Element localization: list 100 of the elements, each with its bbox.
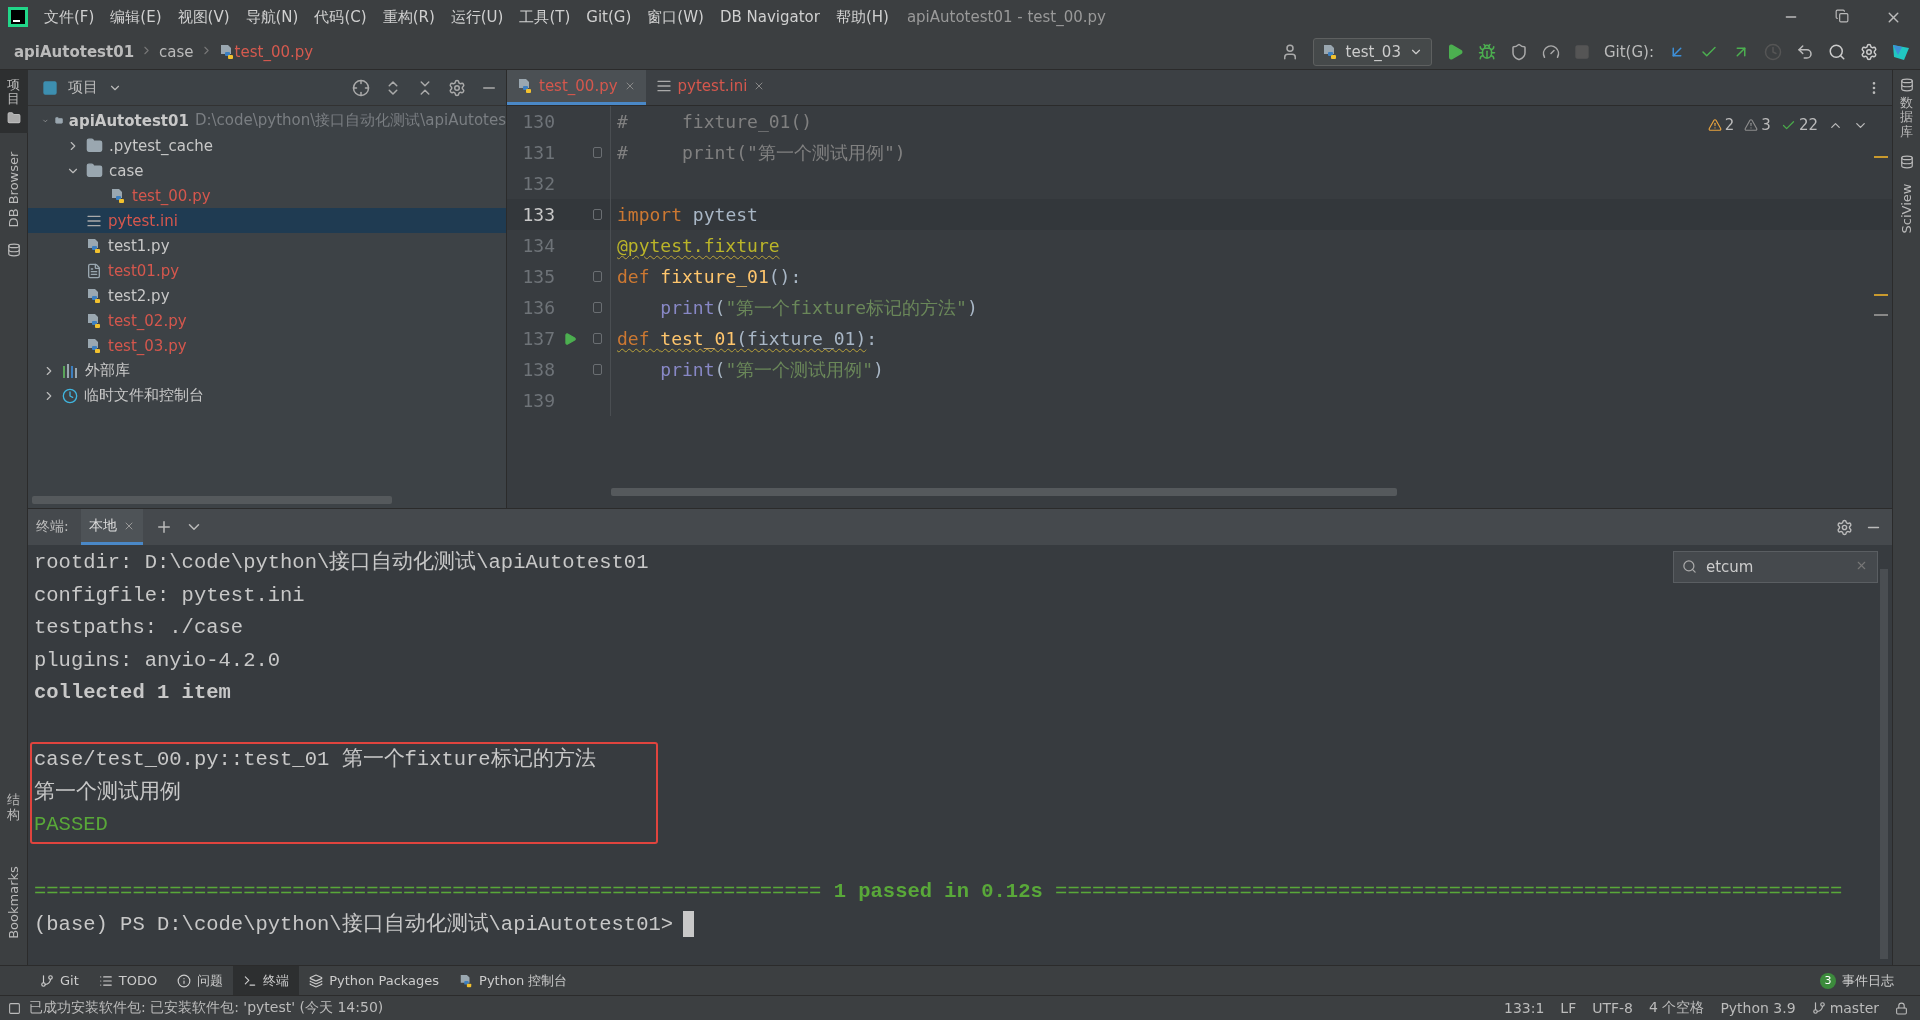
tree-item-label: 外部库: [85, 361, 130, 380]
fold-icon[interactable]: [593, 302, 602, 313]
menu-item[interactable]: DB Navigator: [711, 8, 828, 26]
menu-item[interactable]: 运行(U): [442, 7, 512, 27]
tree-item[interactable]: 临时文件和控制台: [28, 383, 506, 408]
database-icon: [6, 242, 21, 257]
python-file-icon: [110, 187, 126, 204]
tool-tab[interactable]: 终端: [233, 965, 300, 996]
stripe-label: DB Browser: [6, 151, 21, 228]
fold-icon[interactable]: [593, 271, 602, 282]
tree-item[interactable]: test2.py: [28, 283, 506, 308]
search-icon[interactable]: [1828, 42, 1846, 61]
run-config-dropdown[interactable]: test_03: [1312, 37, 1432, 66]
stripe-label: 数据库: [1900, 96, 1913, 139]
menu-item[interactable]: 帮助(H): [827, 7, 897, 27]
python-file-icon: [86, 237, 102, 254]
python-file-icon: [86, 312, 102, 329]
fold-icon[interactable]: [593, 209, 602, 220]
branch-button[interactable]: master: [1811, 1000, 1879, 1016]
tree-item[interactable]: test1.py: [28, 233, 506, 258]
terminal-line: (base) PS D:\code\python\接口自动化测试\apiAutotest01>: [34, 908, 695, 941]
debug-icon[interactable]: [1477, 42, 1496, 61]
tool-window-tab[interactable]: 项目: [0, 70, 28, 133]
settings-icon[interactable]: [1836, 518, 1853, 536]
code-line: # fixture_01(): [617, 111, 813, 132]
layers-icon: [309, 973, 324, 988]
tool-window-tab[interactable]: Bookmarks: [0, 850, 28, 955]
menu-item[interactable]: Git(G): [578, 8, 640, 26]
inspection-count[interactable]: 3: [1744, 116, 1771, 134]
status-item[interactable]: Python 3.9: [1720, 1000, 1796, 1016]
code-line: @pytest.fixture: [617, 235, 780, 256]
tree-item-label: 临时文件和控制台: [84, 386, 204, 405]
search-field[interactable]: etcum: [1673, 551, 1878, 583]
fold-icon[interactable]: [593, 364, 602, 375]
menu-item[interactable]: 文件(F): [36, 7, 103, 27]
window-title: apiAutotest01 - test_00.py: [906, 8, 1107, 26]
terminal-tab[interactable]: 本地: [80, 509, 143, 545]
menu-item[interactable]: 视图(V): [169, 7, 238, 27]
tree-item[interactable]: .pytest_cache: [28, 133, 506, 158]
stripe-label: SciView: [1899, 183, 1914, 234]
text-file-icon: [86, 262, 102, 279]
folder-icon: [6, 110, 21, 125]
line-number: 137: [521, 328, 555, 349]
lock-icon[interactable]: [1895, 1001, 1908, 1015]
scrollbar[interactable]: [611, 488, 1397, 496]
event-log-button[interactable]: 3 事件日志: [1814, 970, 1900, 991]
code-line: def fixture_01():: [617, 266, 802, 287]
tree-item[interactable]: 外部库: [28, 358, 506, 383]
undo-icon[interactable]: [1796, 42, 1814, 61]
plugin-logo: [1892, 42, 1910, 61]
menu-item[interactable]: 导航(N): [237, 7, 307, 27]
breadcrumb-item[interactable]: apiAutotest01: [14, 42, 135, 61]
menu-item[interactable]: 窗口(W): [639, 7, 712, 27]
tool-tab[interactable]: 问题: [167, 965, 234, 996]
line-number: 133: [521, 204, 555, 225]
warning-icon: [1707, 118, 1722, 132]
status-item[interactable]: 133:1: [1504, 1000, 1545, 1016]
run-icon[interactable]: [563, 331, 577, 346]
line-number: 130: [521, 111, 555, 132]
tool-window-tab[interactable]: SciView: [1892, 146, 1920, 252]
panel-toggle-icon[interactable]: [8, 1001, 21, 1015]
locate-icon[interactable]: [352, 78, 370, 97]
inspection-count[interactable]: 2: [1707, 116, 1735, 134]
code-line: print("第一个fixture标记的方法"): [659, 295, 978, 320]
fold-icon[interactable]: [593, 333, 602, 344]
tool-tab[interactable]: TODO: [88, 965, 168, 996]
menu-item[interactable]: 编辑(E): [102, 7, 170, 27]
tool-window-tab[interactable]: 结构: [0, 785, 28, 830]
code-line: import pytest: [617, 204, 758, 225]
menu-item[interactable]: 代码(C): [306, 7, 375, 27]
inspection-count[interactable]: 22: [1780, 116, 1818, 134]
tree-item-label: test_03.py: [108, 336, 187, 355]
status-item[interactable]: UTF-8: [1592, 1000, 1633, 1016]
menu-item[interactable]: 重构(R): [374, 7, 443, 27]
tool-window-tab[interactable]: DB Browser: [0, 132, 28, 265]
library-icon: [62, 362, 79, 379]
terminal-line: 第一个测试用例: [34, 779, 181, 806]
tool-window-tab[interactable]: 数据库: [1892, 70, 1920, 147]
tree-item-label: pytest.ini: [108, 211, 178, 230]
tool-tab[interactable]: Python Packages: [299, 965, 450, 996]
settings-icon[interactable]: [1860, 42, 1878, 61]
tree-item[interactable]: case: [28, 158, 506, 183]
tool-tab[interactable]: Python 控制台: [449, 965, 578, 996]
status-item[interactable]: LF: [1560, 1000, 1577, 1016]
tree-item-label: test_02.py: [108, 311, 187, 330]
settings-icon[interactable]: [448, 78, 466, 97]
tool-tab[interactable]: Git: [30, 965, 89, 996]
database-icon: [1899, 154, 1914, 169]
terminal-line: plugins: anyio-4.2.0: [34, 647, 281, 674]
profile-icon[interactable]: [1541, 42, 1560, 61]
fold-icon[interactable]: [593, 147, 602, 158]
breadcrumb-item[interactable]: case: [159, 42, 194, 61]
coverage-icon[interactable]: [1509, 42, 1528, 61]
menu-item[interactable]: 工具(T): [511, 7, 579, 27]
line-number: 134: [521, 235, 555, 256]
line-number: 138: [521, 359, 555, 380]
status-item[interactable]: 4 个空格: [1649, 999, 1705, 1017]
tree-item-label: apiAutotest01: [68, 111, 189, 130]
scrollbar[interactable]: [32, 496, 392, 504]
restore-icon[interactable]: [1835, 8, 1849, 23]
